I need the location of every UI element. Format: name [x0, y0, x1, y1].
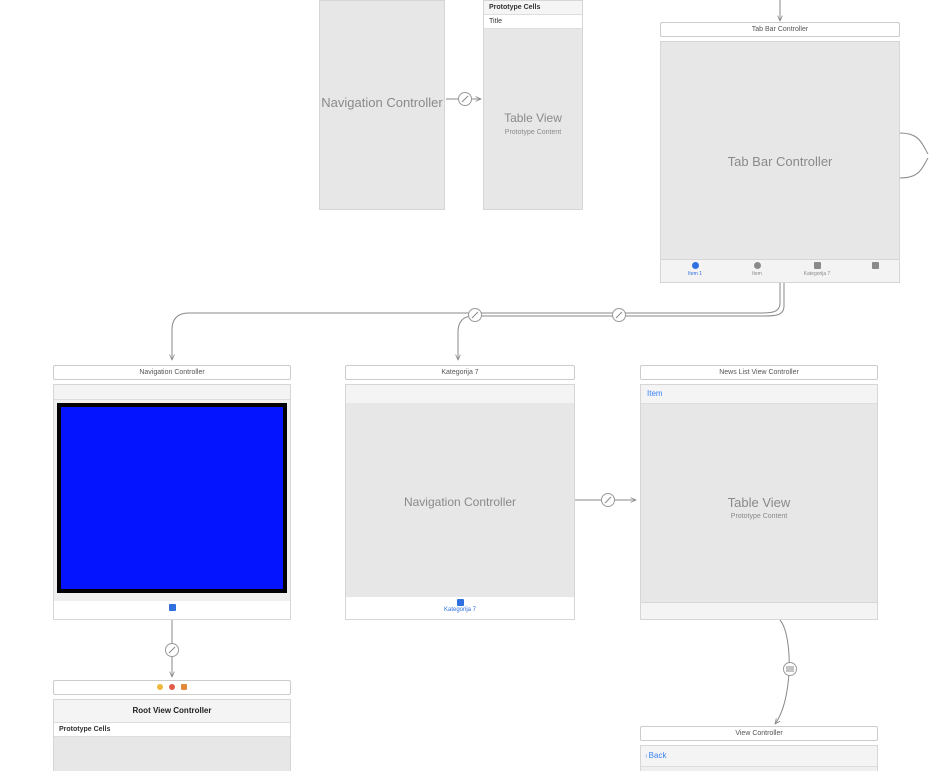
- bottom-vc-navbar: ‹Back: [641, 746, 877, 767]
- scene-root-vc: Root View Controller Prototype Cells: [53, 680, 291, 771]
- tabbar-titlebar[interactable]: Tab Bar Controller: [660, 22, 900, 37]
- tabbar-item-1[interactable]: Item 1: [677, 262, 713, 277]
- news-list-title: Table View: [641, 495, 877, 510]
- nav-kat-navbar: [346, 385, 574, 404]
- nav-kat-tabbar: Kategorija 7: [346, 597, 574, 619]
- tab-label-item1: Item 1: [677, 271, 713, 277]
- tabbar-item-4[interactable]: [857, 262, 893, 271]
- root-vc-proto-label: Prototype Cells: [54, 723, 290, 737]
- top-table-subtitle: Prototype Content: [484, 129, 582, 136]
- back-button[interactable]: ‹Back: [645, 751, 666, 760]
- tabbar-item-2[interactable]: Item: [739, 262, 775, 277]
- scene-dots: [54, 681, 290, 694]
- tabbar-body: Tab Bar Controller Item 1 Item Kategorij…: [660, 41, 900, 283]
- scene-top-tableview: Prototype Cells Title Table View Prototy…: [483, 0, 583, 210]
- nav-blue-titlebar[interactable]: Navigation Controller: [53, 365, 291, 380]
- segue-badge-3[interactable]: [612, 308, 626, 322]
- scene-nav-kategorija: Kategorija 7 Navigation Controller Kateg…: [345, 365, 575, 620]
- nav-blue-tab-icon: [169, 604, 176, 611]
- tab-icon-kategorija: [814, 262, 821, 269]
- prototype-cells-label: Prototype Cells: [484, 1, 582, 14]
- nav-kat-body: Navigation Controller Kategorija 7: [345, 384, 575, 620]
- nav-blue-canvas: [57, 403, 287, 593]
- tab-icon-item2: [754, 262, 761, 269]
- tab-label-item2: Item: [739, 271, 775, 277]
- nav-blue-tabbar: [54, 601, 290, 619]
- nav-kat-tab-label: Kategorija 7: [346, 607, 574, 613]
- news-list-navbar: Item: [641, 385, 877, 404]
- segue-badge-2[interactable]: [468, 308, 482, 322]
- tab-icon-item1: [692, 262, 699, 269]
- nav-blue-navbar: [54, 385, 290, 400]
- segue-badge-4[interactable]: [601, 493, 615, 507]
- scene-bottom-vc: View Controller ‹Back: [640, 726, 878, 771]
- nav-kat-title: Navigation Controller: [346, 495, 574, 509]
- news-list-subtitle: Prototype Content: [641, 513, 877, 520]
- tab-icon-item4: [872, 262, 879, 269]
- tabbar-item-3[interactable]: Kategorija 7: [799, 262, 835, 277]
- news-list-titlebar[interactable]: News List View Controller: [640, 365, 878, 380]
- top-nav-body: Navigation Controller: [319, 0, 445, 210]
- top-nav-title: Navigation Controller: [320, 95, 444, 110]
- news-list-nav-item[interactable]: Item: [647, 389, 663, 398]
- tabbar-center-title: Tab Bar Controller: [661, 154, 899, 169]
- news-list-tabbar: [641, 602, 877, 619]
- top-table-phone: Prototype Cells Title Table View Prototy…: [483, 0, 583, 210]
- scene-dot-yellow: [157, 684, 163, 690]
- scene-news-list: News List View Controller Item Table Vie…: [640, 365, 878, 620]
- scene-dot-red: [169, 684, 175, 690]
- prototype-row-title: Title: [484, 15, 582, 28]
- root-vc-navbar: Root View Controller: [54, 700, 290, 723]
- news-list-body: Item Table View Prototype Content: [640, 384, 878, 620]
- root-vc-titlebar[interactable]: [53, 680, 291, 695]
- segue-badge-5[interactable]: [165, 643, 179, 657]
- scene-nav-blue: Navigation Controller: [53, 365, 291, 620]
- scene-dot-square: [181, 684, 187, 690]
- scene-top-navigation: Navigation Controller: [319, 0, 445, 210]
- tab-bar: Item 1 Item Kategorija 7: [661, 259, 899, 282]
- prototype-cells-header: Prototype Cells: [484, 1, 582, 15]
- root-vc-nav-title: Root View Controller: [54, 700, 290, 715]
- bottom-vc-body: ‹Back: [640, 745, 878, 771]
- bottom-vc-titlebar[interactable]: View Controller: [640, 726, 878, 741]
- segue-badge-6[interactable]: [783, 662, 797, 676]
- top-table-title: Table View: [484, 111, 582, 125]
- nav-kat-tab-icon: [457, 599, 464, 606]
- nav-kat-content: Navigation Controller: [346, 403, 574, 597]
- prototype-row[interactable]: Title: [484, 15, 582, 29]
- nav-blue-body: [53, 384, 291, 620]
- chevron-left-icon: ‹: [646, 751, 648, 760]
- root-vc-body: Root View Controller Prototype Cells: [53, 699, 291, 771]
- scene-tabbar-controller: Tab Bar Controller Tab Bar Controller It…: [660, 22, 900, 283]
- tab-label-kategorija: Kategorija 7: [799, 271, 835, 277]
- back-label: Back: [649, 751, 667, 760]
- nav-kat-titlebar[interactable]: Kategorija 7: [345, 365, 575, 380]
- segue-badge-1[interactable]: [458, 92, 472, 106]
